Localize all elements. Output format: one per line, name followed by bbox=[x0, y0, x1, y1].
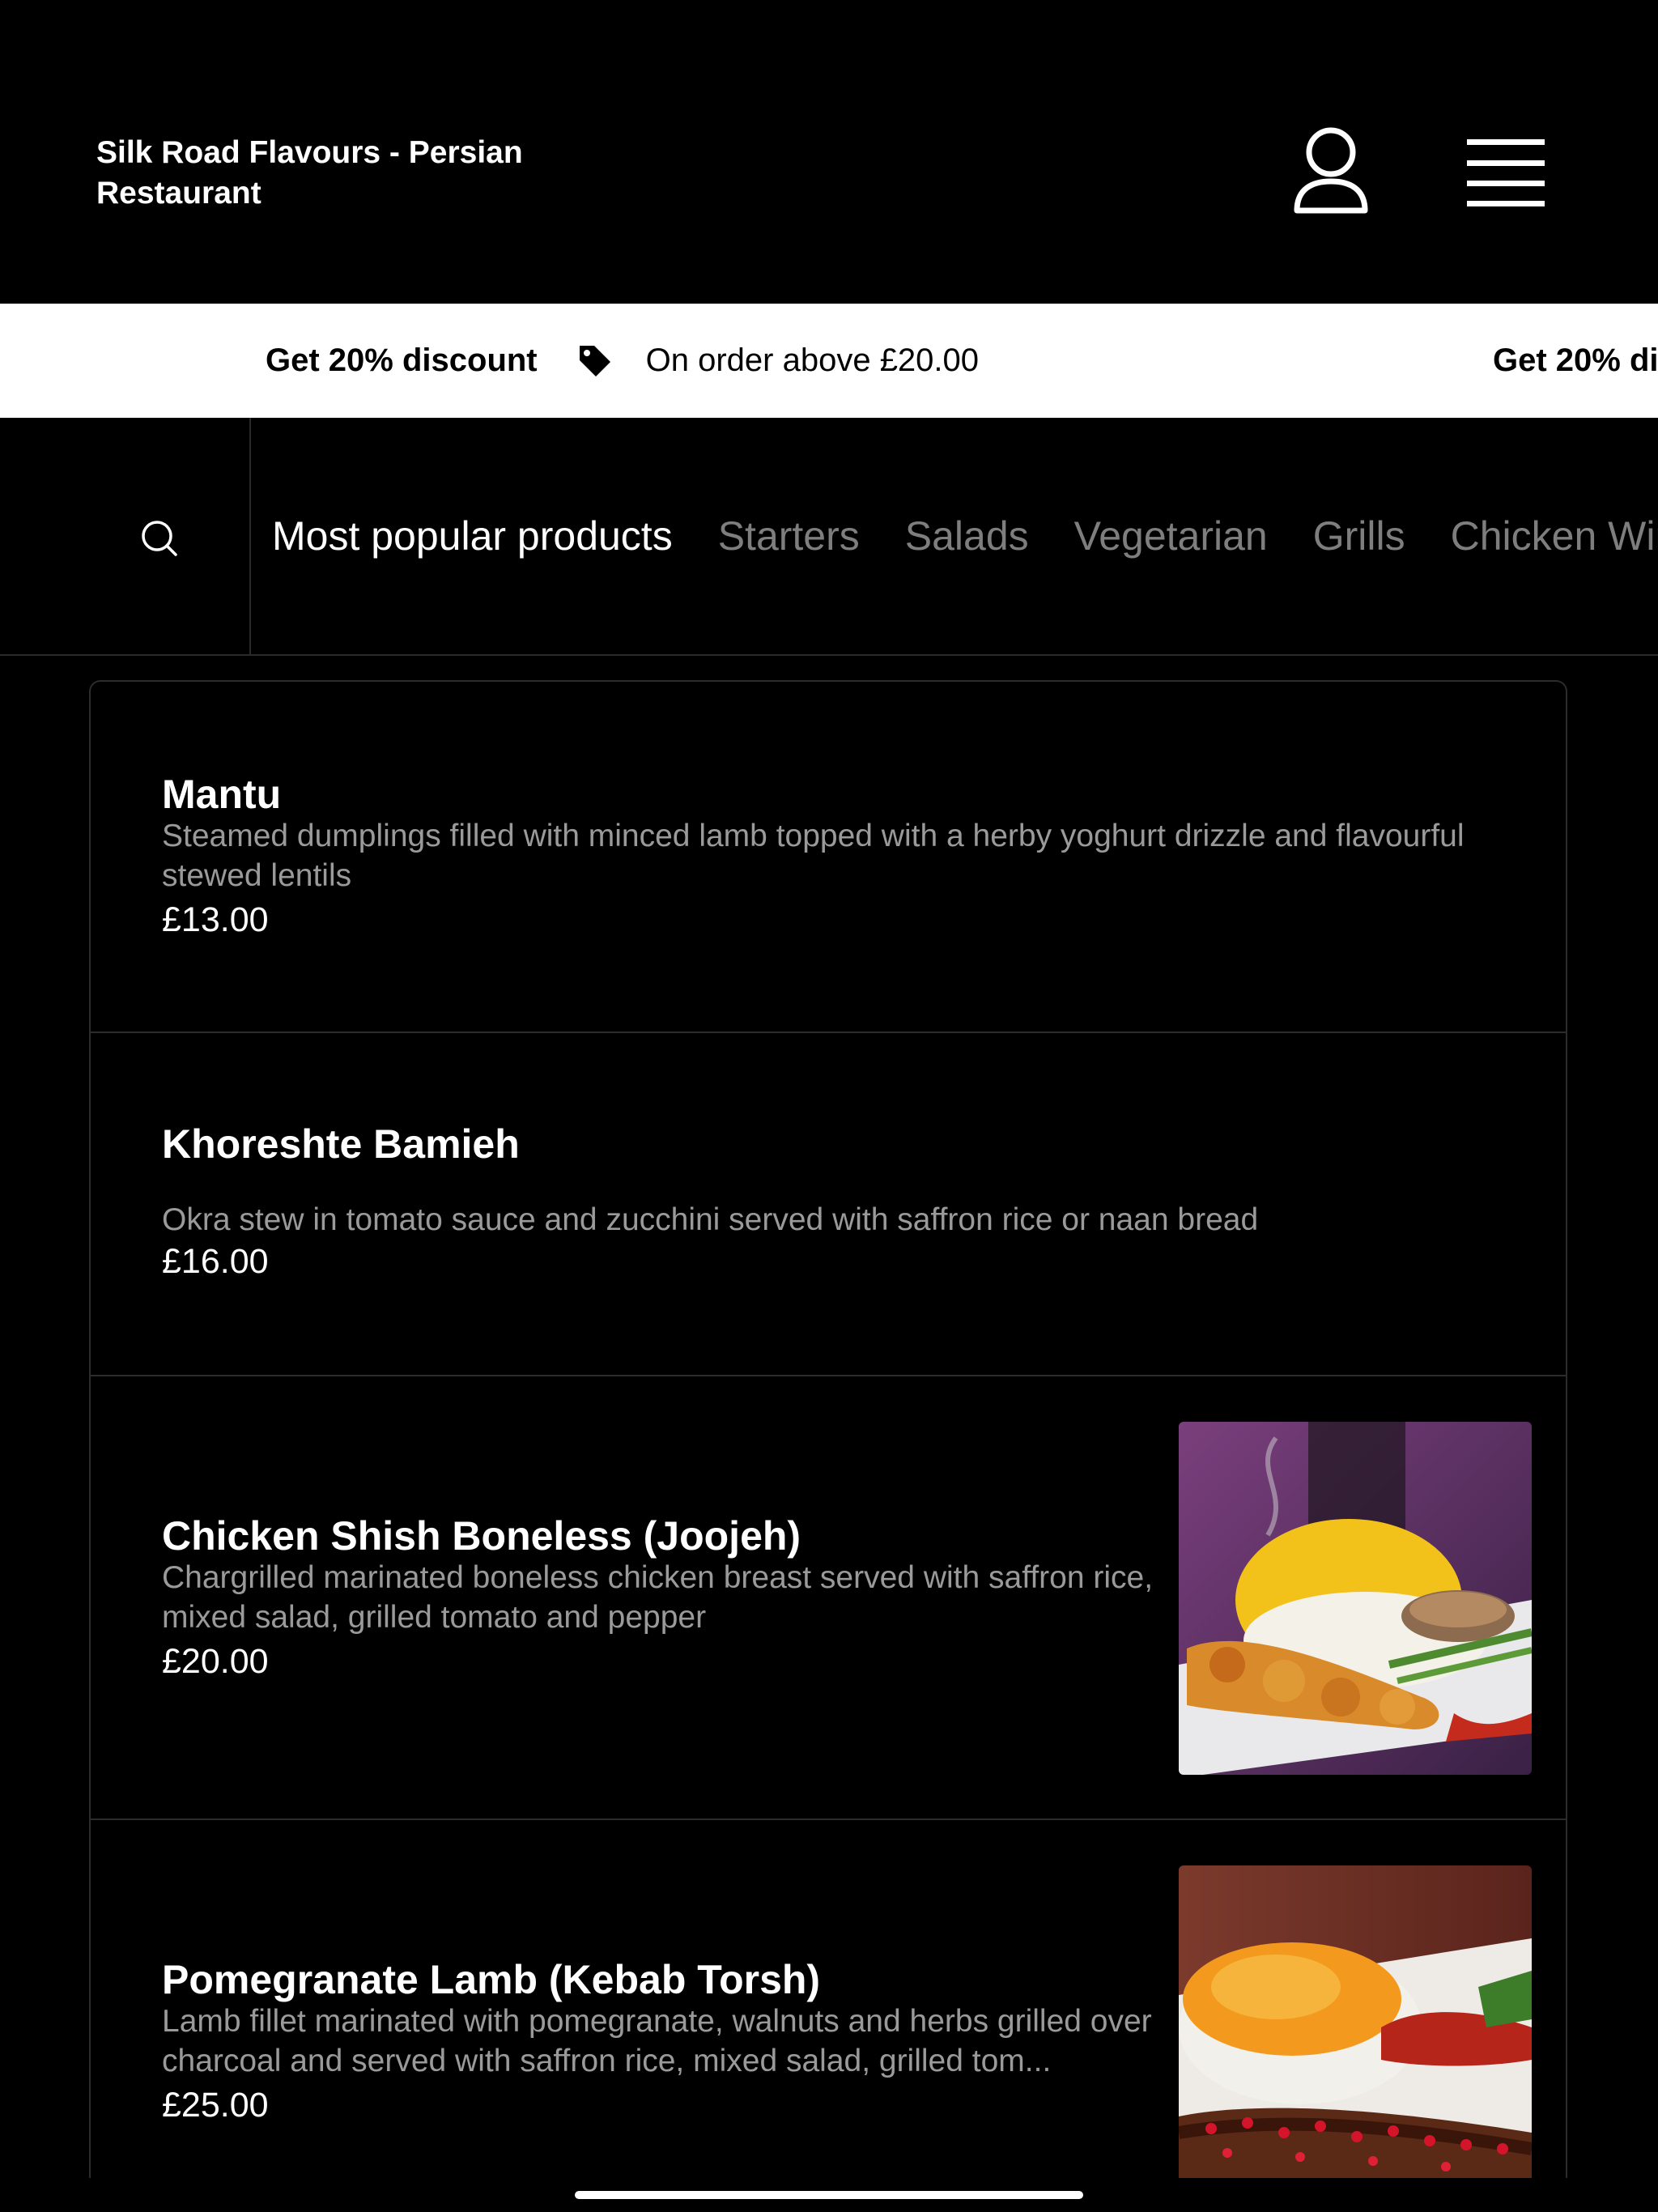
tab-salads[interactable]: Salads bbox=[905, 513, 1029, 559]
search-icon bbox=[142, 521, 177, 556]
search-button[interactable] bbox=[0, 418, 251, 654]
product-item[interactable]: Pomegranate Lamb (Kebab Torsh) Lamb fill… bbox=[91, 1820, 1566, 2178]
product-name: Khoreshte Bamieh bbox=[162, 1121, 520, 1167]
profile-button[interactable] bbox=[1292, 126, 1370, 217]
product-name: Chicken Shish Boneless (Joojeh) bbox=[162, 1513, 801, 1559]
promo-item: Get 20% discount bbox=[1493, 304, 1658, 418]
product-item[interactable]: Khoreshte Bamieh Okra stew in tomato sau… bbox=[91, 1033, 1566, 1376]
product-item[interactable]: Chicken Shish Boneless (Joojeh) Chargril… bbox=[91, 1376, 1566, 1820]
category-tabs: Most popular products Starters Salads Ve… bbox=[253, 418, 1658, 654]
promo-item: Get 20% discount On order above £20.00 bbox=[266, 304, 979, 418]
hamburger-menu-button[interactable] bbox=[1464, 136, 1548, 207]
restaurant-name[interactable]: Silk Road Flavours - Persian Restaurant bbox=[96, 133, 598, 214]
hamburger-menu-icon bbox=[1467, 139, 1545, 206]
home-indicator[interactable] bbox=[575, 2191, 1083, 2199]
promo-title: Get 20% discount bbox=[1493, 342, 1658, 378]
product-price: £13.00 bbox=[162, 900, 269, 939]
tab-starters[interactable]: Starters bbox=[718, 513, 860, 559]
promo-banner: Get 20% discount On order above £20.00 G… bbox=[0, 304, 1658, 418]
product-description: Steamed dumplings filled with minced lam… bbox=[162, 819, 1465, 893]
tab-most-popular-products[interactable]: Most popular products bbox=[272, 513, 673, 559]
product-image[interactable] bbox=[1179, 1422, 1532, 1775]
product-name: Pomegranate Lamb (Kebab Torsh) bbox=[162, 1957, 821, 2002]
tab-grills[interactable]: Grills bbox=[1313, 513, 1405, 559]
tab-vegetarian[interactable]: Vegetarian bbox=[1074, 513, 1268, 559]
product-description: Chargrilled marinated boneless chicken b… bbox=[162, 1560, 1154, 1635]
product-description: Okra stew in tomato sauce and zucchini s… bbox=[162, 1202, 1259, 1237]
promo-title: Get 20% discount bbox=[266, 342, 538, 378]
promo-subtitle: On order above £20.00 bbox=[645, 342, 980, 378]
product-name: Mantu bbox=[162, 772, 282, 817]
product-description: Lamb fillet marinated with pomegranate, … bbox=[162, 2004, 1152, 2078]
user-icon bbox=[1294, 127, 1368, 214]
product-price: £16.00 bbox=[162, 1242, 269, 1281]
product-list: Mantu Steamed dumplings filled with minc… bbox=[89, 680, 1567, 2178]
price-tag-icon bbox=[579, 345, 610, 376]
product-image[interactable] bbox=[1179, 1865, 1532, 2178]
product-price: £25.00 bbox=[162, 2086, 269, 2125]
app-header: Silk Road Flavours - Persian Restaurant bbox=[0, 0, 1658, 304]
product-item[interactable]: Mantu Steamed dumplings filled with minc… bbox=[91, 682, 1566, 1033]
product-price: £20.00 bbox=[162, 1642, 269, 1681]
category-bar: Most popular products Starters Salads Ve… bbox=[0, 418, 1658, 656]
tab-chicken-wings[interactable]: Chicken Wings bbox=[1451, 513, 1658, 559]
